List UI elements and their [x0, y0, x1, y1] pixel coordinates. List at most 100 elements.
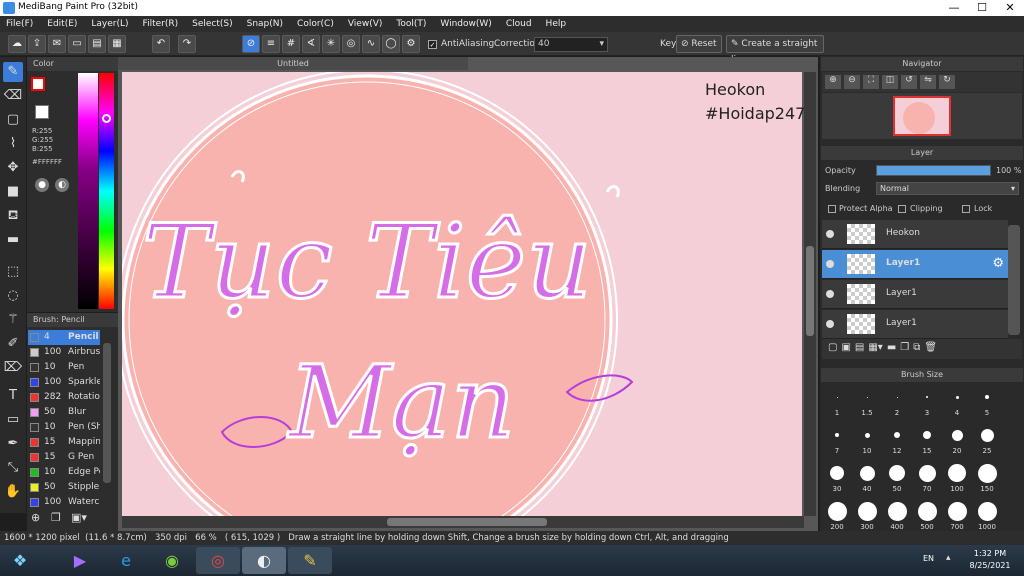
document-tab[interactable]: Untitled — [118, 57, 468, 70]
blending-select[interactable]: Normal ▾ — [876, 182, 1019, 195]
flip-icon[interactable]: ⇋ — [920, 75, 936, 89]
brush-item[interactable]: 10 Edge Pe — [28, 465, 100, 480]
brush-size-cell[interactable]: 7 — [823, 421, 851, 457]
menu-edit[interactable]: Edit(E) — [41, 19, 85, 29]
brush-size-cell[interactable]: 20 — [943, 421, 971, 457]
actual-size-icon[interactable]: ◫ — [882, 75, 898, 89]
brush-size-cell[interactable]: 5 — [973, 383, 1001, 419]
brush-size-cell[interactable]: 150 — [973, 459, 1001, 495]
visual-studio-icon[interactable]: ▶ — [58, 547, 102, 574]
parallel-snap-icon[interactable]: ≡ — [262, 35, 280, 53]
menu-snap[interactable]: Snap(N) — [241, 19, 291, 29]
correction-select[interactable]: 40 ▾ — [534, 37, 608, 52]
select-pen-icon[interactable]: ✐ — [3, 334, 23, 354]
medibang-taskbar-icon[interactable]: ◐ — [242, 547, 286, 574]
start-button-icon[interactable]: ❖ — [0, 547, 40, 574]
straight-line-button[interactable]: ✎ Create a straight line — [726, 35, 824, 65]
brush-item[interactable]: 50 Stipple — [28, 480, 100, 495]
navigator-thumbnail[interactable] — [893, 96, 951, 136]
delete-layer-icon[interactable]: 🗑 — [924, 342, 937, 356]
layer-row[interactable]: Layer1 — [822, 280, 1008, 309]
redo-icon[interactable]: ↷ — [178, 35, 196, 53]
brush-size-cell[interactable]: 3 — [913, 383, 941, 419]
cloud-icon[interactable]: ☁ — [8, 35, 26, 53]
palette-icon[interactable]: ● — [35, 178, 49, 192]
bucket-tool-icon[interactable]: ⛾ — [3, 206, 23, 226]
fill-tool-icon[interactable]: ■ — [3, 182, 23, 202]
vertical-scroll-thumb[interactable] — [806, 246, 814, 336]
minimize-button[interactable]: — — [940, 0, 968, 16]
brush-scrollbar[interactable] — [103, 343, 111, 483]
snap-settings-icon[interactable]: ⚙ — [402, 35, 420, 53]
brush-size-cell[interactable]: 100 — [943, 459, 971, 495]
hue-marker[interactable] — [102, 114, 111, 123]
new-8bit-layer-icon[interactable]: ▤ — [855, 342, 864, 356]
brush-size-cell[interactable]: 400 — [883, 497, 911, 533]
clock[interactable]: 1:32 PM 8/25/2021 — [960, 548, 1020, 572]
rotate-left-icon[interactable]: ↺ — [901, 75, 917, 89]
fit-icon[interactable]: ⛶ — [863, 75, 879, 89]
layer-menu-icon[interactable]: ▦▾ — [868, 342, 882, 356]
add-brush-icon[interactable]: ⊕ — [31, 511, 49, 527]
brush-item[interactable]: 100 Sparkle — [28, 375, 100, 390]
language-indicator[interactable]: EN — [923, 554, 934, 563]
layer-row[interactable]: Layer1 ⚙ — [822, 250, 1008, 279]
share-icon[interactable]: ⇪ — [28, 35, 46, 53]
new-halftone-layer-icon[interactable]: ▣ — [841, 342, 850, 356]
copy-brush-icon[interactable]: ❐ — [51, 511, 69, 527]
brush-size-cell[interactable]: 700 — [943, 497, 971, 533]
ellipse-snap-icon[interactable]: ◯ — [382, 35, 400, 53]
radial-snap-icon[interactable]: ∢ — [302, 35, 320, 53]
brush-item[interactable]: 10 Pen — [28, 360, 100, 375]
layer-row[interactable]: Layer1 — [822, 310, 1008, 339]
menu-color[interactable]: Color(C) — [291, 19, 342, 29]
menu-filter[interactable]: Filter(R) — [137, 19, 187, 29]
grid-snap-icon[interactable]: # — [282, 35, 300, 53]
brush-size-cell[interactable]: 1000 — [973, 497, 1001, 533]
tray-arrow-icon[interactable]: ▴ — [946, 553, 951, 563]
horizontal-scroll-thumb[interactable] — [387, 518, 547, 526]
chrome-icon[interactable]: ◎ — [196, 547, 240, 574]
undo-icon[interactable]: ↶ — [152, 35, 170, 53]
new-layer-icon[interactable]: ▢ — [828, 342, 837, 356]
menu-file[interactable]: File(F) — [0, 19, 41, 29]
transform-tool-icon[interactable]: ⤡ — [3, 458, 23, 478]
visibility-icon[interactable] — [826, 230, 834, 238]
concentric-snap-icon[interactable]: ◎ — [342, 35, 360, 53]
vertical-scrollbar[interactable] — [804, 72, 816, 516]
brush-size-cell[interactable]: 10 — [853, 421, 881, 457]
cross-snap-icon[interactable]: ✳ — [322, 35, 340, 53]
foreground-color-swatch[interactable] — [31, 77, 45, 91]
save-icon[interactable]: ▤ — [88, 35, 106, 53]
hue-bar[interactable] — [99, 73, 114, 309]
brush-size-cell[interactable]: 30 — [823, 459, 851, 495]
drawing-canvas[interactable]: Tục Tiêu Mạn — [122, 72, 802, 516]
brush-size-cell[interactable]: 1 — [823, 383, 851, 419]
menu-layer[interactable]: Layer(L) — [85, 19, 136, 29]
select-rect-icon[interactable]: ⬚ — [3, 262, 23, 282]
dot-tool-icon[interactable]: ▢ — [3, 110, 23, 130]
move-tool-icon[interactable]: ✥ — [3, 158, 23, 178]
color-wheel-icon[interactable]: ◐ — [55, 178, 69, 192]
brush-size-cell[interactable]: 500 — [913, 497, 941, 533]
lasso-tool-icon[interactable]: ⌇ — [3, 134, 23, 154]
text-tool-icon[interactable]: T — [3, 386, 23, 406]
balloon-tool-icon[interactable]: ▭ — [3, 410, 23, 430]
coccoc-browser-icon[interactable]: ◉ — [150, 547, 194, 574]
brush-size-cell[interactable]: 70 — [913, 459, 941, 495]
brush-item[interactable]: 100 Airbrush — [28, 345, 100, 360]
layer-settings-icon[interactable]: ⚙ — [992, 256, 1004, 271]
brush-menu-icon[interactable]: ▣▾ — [71, 511, 93, 527]
brush-item[interactable]: 100 Waterc — [28, 495, 100, 510]
menu-select[interactable]: Select(S) — [186, 19, 241, 29]
paint-icon[interactable]: ✎ — [288, 547, 332, 574]
brush-size-cell[interactable]: 25 — [973, 421, 1001, 457]
settings-doc-icon[interactable]: ▦ — [108, 35, 126, 53]
menu-tool[interactable]: Tool(T) — [390, 19, 434, 29]
zoom-in-icon[interactable]: ⊕ — [825, 75, 841, 89]
brush-item[interactable]: 15 Mapping — [28, 435, 100, 450]
menu-cloud[interactable]: Cloud — [500, 19, 540, 29]
lock-checkbox[interactable] — [962, 205, 970, 213]
reset-button[interactable]: ⊘ Reset — [676, 35, 722, 53]
clipping-checkbox[interactable] — [898, 205, 906, 213]
